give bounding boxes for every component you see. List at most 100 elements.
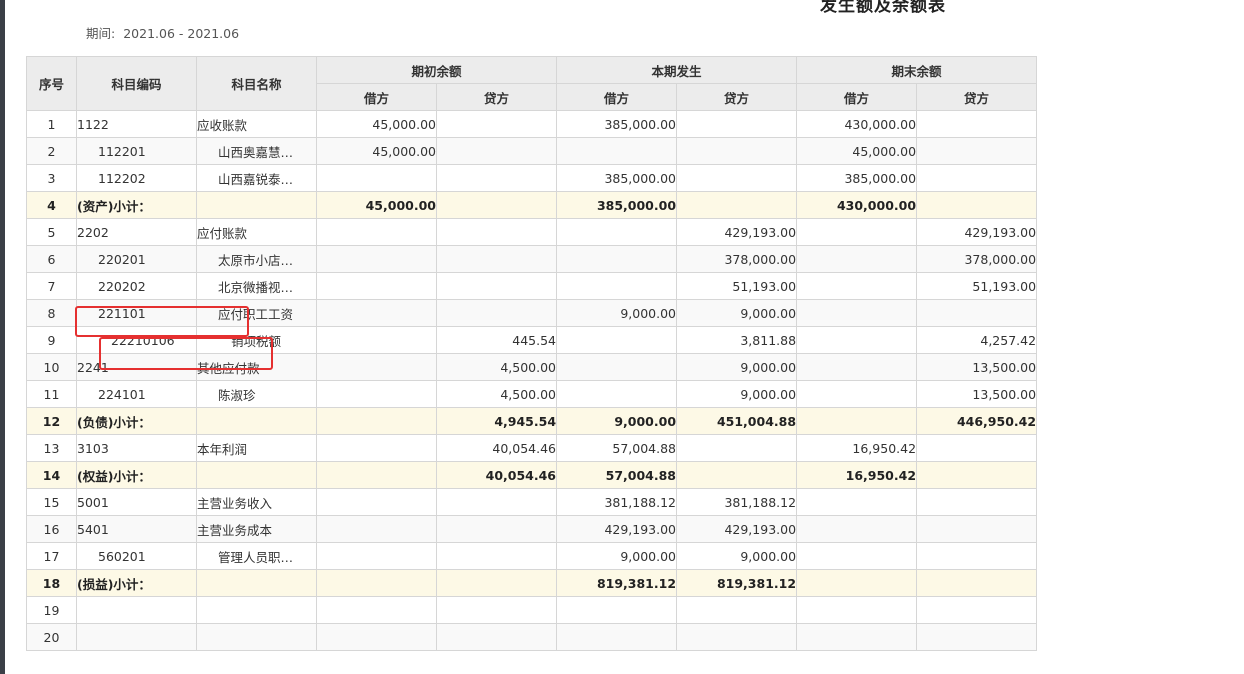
cell-current-credit[interactable]: 9,000.00 bbox=[676, 380, 798, 408]
cell-opening-debit bbox=[316, 353, 437, 381]
subtotal-row[interactable]: 18 (损益)小计： 819,381.12 819,381.12 bbox=[26, 569, 1038, 597]
cell-closing-debit bbox=[796, 299, 918, 327]
cell-closing-credit[interactable]: 429,193.00 bbox=[916, 218, 1038, 246]
cell-current-debit[interactable]: 9,000.00 bbox=[556, 542, 678, 570]
header-name[interactable]: 科目名称 bbox=[196, 56, 317, 111]
subtotal-row[interactable]: 12 (负债)小计： 4,945.54 9,000.00 451,004.88 446,9… bbox=[26, 407, 1038, 435]
cell-closing-debit[interactable]: 16,950.42 bbox=[796, 434, 918, 462]
cell-closing-credit[interactable]: 13,500.00 bbox=[916, 380, 1038, 408]
cell-account-name bbox=[196, 596, 317, 624]
cell-current-debit[interactable]: 429,193.00 bbox=[556, 515, 678, 543]
table-row[interactable]: 11 224101 陈淑珍 4,500.00 9,000.00 13,500.00 bbox=[26, 380, 1038, 408]
cell-opening-credit[interactable]: 40,054.46 bbox=[435, 434, 558, 462]
cell-current-credit[interactable]: 3,811.88 bbox=[676, 326, 798, 354]
cell-account-name[interactable]: 主营业务成本 bbox=[196, 515, 317, 543]
table-row[interactable]: 1 1122 应收账款 45,000.00 385,000.00 430,000.00 bbox=[26, 110, 1038, 138]
cell-opening-debit[interactable]: 45,000.00 bbox=[316, 137, 437, 165]
cell-current-credit[interactable]: 51,193.00 bbox=[676, 272, 798, 300]
table-row[interactable]: 15 5001 主营业务收入 381,188.12 381,188.12 bbox=[26, 488, 1038, 516]
cell-closing-credit[interactable]: 4,257.42 bbox=[916, 326, 1038, 354]
cell-closing-credit[interactable]: 13,500.00 bbox=[916, 353, 1038, 381]
cell-seq: 17 bbox=[26, 542, 77, 570]
cell-account-name[interactable]: 本年利润 bbox=[196, 434, 317, 462]
cell-account-name[interactable]: 主营业务收入 bbox=[196, 488, 317, 516]
cell-account-name[interactable]: 销项税额 bbox=[196, 326, 317, 354]
cell-current-credit[interactable]: 381,188.12 bbox=[676, 488, 798, 516]
cell-closing-debit bbox=[796, 623, 918, 651]
cell-account-name[interactable]: 山西奥嘉慧… bbox=[196, 137, 317, 165]
table-row[interactable]: 13 3103 本年利润 40,054.46 57,004.88 16,950.42 bbox=[26, 434, 1038, 462]
table-row[interactable]: 5 2202 应付账款 429,193.00 429,193.00 bbox=[26, 218, 1038, 246]
cell-account-code: 22210106 bbox=[76, 326, 197, 354]
cell-current-credit bbox=[676, 623, 798, 651]
cell-opening-credit bbox=[435, 299, 558, 327]
cell-current-credit[interactable]: 9,000.00 bbox=[676, 299, 798, 327]
table-row[interactable]: 10 2241 其他应付款 4,500.00 9,000.00 13,500.00 bbox=[26, 353, 1038, 381]
table-row[interactable]: 19 bbox=[26, 596, 1038, 624]
table-row[interactable]: 2 112201 山西奥嘉慧… 45,000.00 45,000.00 bbox=[26, 137, 1038, 165]
cell-opening-credit bbox=[435, 272, 558, 300]
cell-closing-debit[interactable]: 45,000.00 bbox=[796, 137, 918, 165]
cell-opening-credit[interactable]: 4,500.00 bbox=[435, 380, 558, 408]
table-row[interactable]: 6 220201 太原市小店… 378,000.00 378,000.00 bbox=[26, 245, 1038, 273]
cell-account-name[interactable]: 应付账款 bbox=[196, 218, 317, 246]
cell-closing-credit[interactable]: 51,193.00 bbox=[916, 272, 1038, 300]
table-row[interactable]: 8 221101 应付职工工资 9,000.00 9,000.00 bbox=[26, 299, 1038, 327]
header-opening-credit[interactable]: 贷方 bbox=[435, 83, 558, 111]
cell-closing-debit[interactable]: 430,000.00 bbox=[796, 110, 918, 138]
cell-seq: 13 bbox=[26, 434, 77, 462]
cell-closing-debit bbox=[796, 326, 918, 354]
cell-opening-credit[interactable]: 4,500.00 bbox=[435, 353, 558, 381]
header-current-credit[interactable]: 贷方 bbox=[676, 83, 798, 111]
cell-current-debit: 819,381.12 bbox=[556, 569, 678, 597]
cell-opening-credit[interactable]: 445.54 bbox=[435, 326, 558, 354]
header-seq[interactable]: 序号 bbox=[26, 56, 77, 111]
cell-account-name bbox=[196, 407, 317, 435]
period-label: 期间: bbox=[86, 26, 116, 41]
header-opening-debit[interactable]: 借方 bbox=[316, 83, 437, 111]
cell-current-debit[interactable]: 57,004.88 bbox=[556, 434, 678, 462]
subtotal-row[interactable]: 14 (权益)小计： 40,054.46 57,004.88 16,950.42 bbox=[26, 461, 1038, 489]
cell-current-debit[interactable]: 381,188.12 bbox=[556, 488, 678, 516]
cell-closing-credit bbox=[916, 461, 1038, 489]
cell-seq: 1 bbox=[26, 110, 77, 138]
table-row[interactable]: 16 5401 主营业务成本 429,193.00 429,193.00 bbox=[26, 515, 1038, 543]
cell-opening-debit[interactable]: 45,000.00 bbox=[316, 110, 437, 138]
cell-seq: 9 bbox=[26, 326, 77, 354]
cell-account-name[interactable]: 管理人员职… bbox=[196, 542, 317, 570]
cell-current-credit[interactable]: 9,000.00 bbox=[676, 353, 798, 381]
cell-current-credit bbox=[676, 461, 798, 489]
table-row[interactable]: 9 22210106 销项税额 445.54 3,811.88 4,257.42 bbox=[26, 326, 1038, 354]
cell-current-debit[interactable]: 385,000.00 bbox=[556, 164, 678, 192]
cell-account-name[interactable]: 陈淑珍 bbox=[196, 380, 317, 408]
cell-account-name[interactable]: 太原市小店… bbox=[196, 245, 317, 273]
header-current-period: 本期发生 bbox=[556, 56, 798, 84]
cell-account-name[interactable]: 其他应付款 bbox=[196, 353, 317, 381]
table-row[interactable]: 7 220202 北京微播视… 51,193.00 51,193.00 bbox=[26, 272, 1038, 300]
cell-opening-debit bbox=[316, 596, 437, 624]
cell-closing-credit[interactable]: 378,000.00 bbox=[916, 245, 1038, 273]
cell-closing-debit[interactable]: 385,000.00 bbox=[796, 164, 918, 192]
header-code[interactable]: 科目编码 bbox=[76, 56, 197, 111]
cell-current-debit[interactable]: 9,000.00 bbox=[556, 299, 678, 327]
cell-account-name[interactable]: 北京微播视… bbox=[196, 272, 317, 300]
header-closing-credit[interactable]: 贷方 bbox=[916, 83, 1038, 111]
subtotal-row[interactable]: 4 (资产)小计： 45,000.00 385,000.00 430,000.00 bbox=[26, 191, 1038, 219]
report-title: 发生额及余额表 bbox=[820, 0, 946, 16]
cell-current-credit[interactable]: 429,193.00 bbox=[676, 218, 798, 246]
cell-current-credit[interactable]: 9,000.00 bbox=[676, 542, 798, 570]
cell-opening-credit bbox=[435, 245, 558, 273]
cell-current-credit[interactable]: 378,000.00 bbox=[676, 245, 798, 273]
header-closing-debit[interactable]: 借方 bbox=[796, 83, 918, 111]
cell-current-credit[interactable]: 429,193.00 bbox=[676, 515, 798, 543]
cell-account-code: 3103 bbox=[76, 434, 197, 462]
cell-account-name[interactable]: 应收账款 bbox=[196, 110, 317, 138]
table-row[interactable]: 3 112202 山西嘉锐泰… 385,000.00 385,000.00 bbox=[26, 164, 1038, 192]
header-current-debit[interactable]: 借方 bbox=[556, 83, 678, 111]
cell-account-name[interactable]: 山西嘉锐泰… bbox=[196, 164, 317, 192]
cell-account-name[interactable]: 应付职工工资 bbox=[196, 299, 317, 327]
cell-current-debit bbox=[556, 326, 678, 354]
table-row[interactable]: 20 bbox=[26, 623, 1038, 651]
table-row[interactable]: 17 560201 管理人员职… 9,000.00 9,000.00 bbox=[26, 542, 1038, 570]
cell-current-debit[interactable]: 385,000.00 bbox=[556, 110, 678, 138]
